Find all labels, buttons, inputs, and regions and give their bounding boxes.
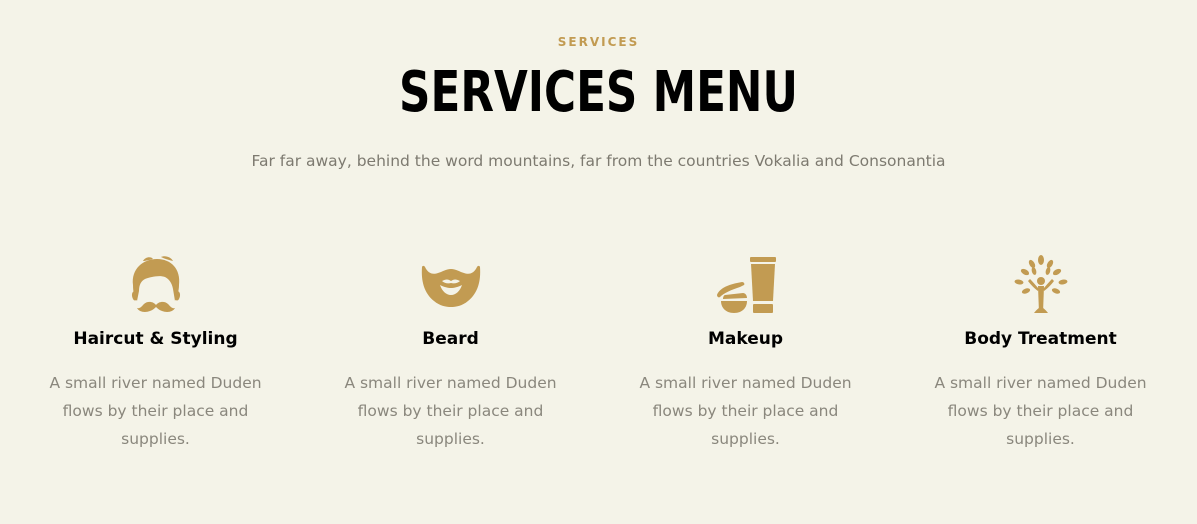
- service-description: A small river named Duden flows by their…: [639, 374, 852, 448]
- service-name: Haircut & Styling: [73, 329, 238, 349]
- hair-mustache-icon: [125, 255, 187, 315]
- service-description: A small river named Duden flows by their…: [49, 374, 262, 448]
- makeup-icon: [715, 255, 777, 315]
- section-eyebrow: SERVICES: [557, 35, 640, 49]
- services-list: Haircut & Styling A small river named Du…: [8, 255, 1188, 465]
- services-section: SERVICES SERVICES MENU Far far away, beh…: [0, 0, 1197, 524]
- service-name: Body Treatment: [964, 329, 1117, 349]
- section-subtitle: Far far away, behind the word mountains,…: [251, 152, 946, 170]
- service-card-beard: Beard A small river named Duden flows by…: [303, 255, 598, 465]
- service-description: A small river named Duden flows by their…: [934, 374, 1147, 448]
- service-name: Makeup: [707, 329, 784, 349]
- tree-person-icon: [1010, 255, 1072, 315]
- beard-icon: [420, 255, 482, 315]
- service-card-makeup: Makeup A small river named Duden flows b…: [598, 255, 893, 465]
- service-card-haircut: Haircut & Styling A small river named Du…: [8, 255, 303, 465]
- service-card-body-treatment: Body Treatment A small river named Duden…: [893, 255, 1188, 465]
- section-title: SERVICES MENU: [399, 60, 798, 125]
- service-name: Beard: [422, 329, 479, 349]
- service-description: A small river named Duden flows by their…: [344, 374, 557, 448]
